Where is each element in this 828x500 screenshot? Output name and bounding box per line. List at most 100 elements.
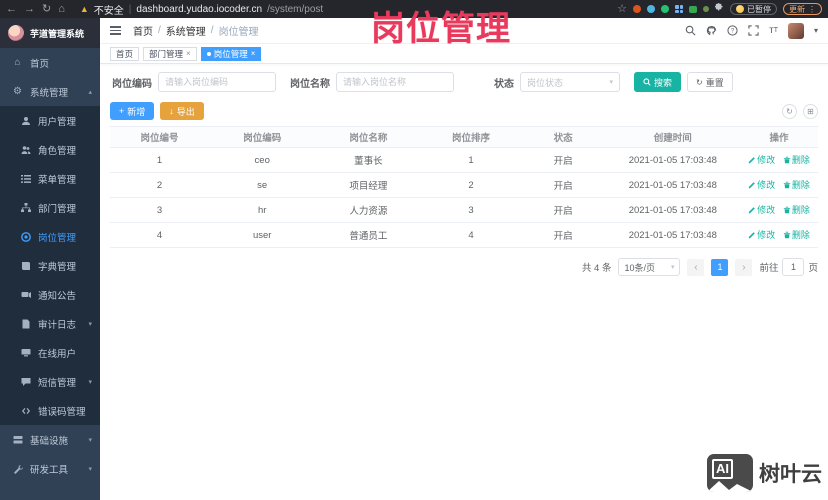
tab-posts-active[interactable]: 岗位管理 × [200, 46, 262, 61]
sidebar-item-infrastructure[interactable]: 基础设施 ▾ [0, 425, 100, 454]
sidebar-item-posts[interactable]: 岗位管理 [0, 222, 100, 251]
edit-link[interactable]: 修改 [748, 203, 775, 216]
post-code-input[interactable] [158, 72, 276, 92]
delete-link[interactable]: 删除 [783, 228, 810, 241]
column-settings-icon[interactable]: ⊞ [803, 103, 818, 119]
column-header: 岗位名称 [349, 133, 388, 144]
column-header: 操作 [769, 133, 789, 144]
status-select[interactable]: 岗位状态 ▾ [520, 72, 620, 92]
active-dot-icon [206, 51, 211, 56]
page-content: 岗位编码 岗位名称 状态 岗位状态 ▾ 搜索 ↻ 重置 [100, 64, 828, 500]
tools-icon [12, 464, 23, 474]
cell-post-sort: 2 [468, 179, 474, 191]
browser-forward-icon[interactable]: → [24, 3, 35, 15]
hamburger-menu-icon[interactable] [110, 26, 121, 35]
sidebar-item-label: 用户管理 [38, 116, 77, 128]
help-icon[interactable]: ? [727, 25, 738, 36]
table-row: 1 ceo 董事长 1 开启 2021-01-05 17:03:48 修改 删除 [110, 148, 818, 173]
edit-link[interactable]: 修改 [748, 228, 775, 241]
extension-icon[interactable] [703, 6, 709, 12]
page-number-button[interactable]: 1 [711, 258, 729, 276]
extension-icon[interactable] [675, 5, 683, 13]
post-name-input[interactable] [336, 72, 454, 92]
reset-button[interactable]: ↻ 重置 [687, 72, 733, 92]
sidebar-logo[interactable]: 芋道管理系统 [0, 18, 100, 48]
extension-paused-badge[interactable]: 已暂停 [730, 3, 777, 15]
add-button[interactable]: + 新增 [110, 102, 155, 120]
trash-icon [783, 181, 791, 188]
sidebar-item-menus[interactable]: 菜单管理 [0, 164, 100, 193]
post-code-label: 岗位编码 [112, 78, 152, 90]
next-page-button[interactable]: › [735, 258, 753, 276]
cell-post-name: 普通员工 [349, 231, 388, 242]
user-icon [20, 116, 31, 126]
sidebar-item-online-users[interactable]: 在线用户 [0, 338, 100, 367]
emoji-icon [736, 5, 744, 13]
table-row: 2 se 项目经理 2 开启 2021-01-05 17:03:48 修改 删除 [110, 173, 818, 198]
prev-page-button[interactable]: ‹ [687, 258, 705, 276]
sidebar-item-error-codes[interactable]: 错误码管理 [0, 396, 100, 425]
menu-list-icon [20, 174, 31, 184]
column-header: 岗位排序 [452, 133, 491, 144]
browser-refresh-icon[interactable]: ↻ [42, 3, 51, 15]
table-toolbar: + 新增 ↓ 导出 ↻ ⊞ [110, 102, 818, 120]
fullscreen-icon[interactable] [748, 25, 759, 36]
sidebar-item-users[interactable]: 用户管理 [0, 106, 100, 135]
sidebar-item-home[interactable]: ⌂ 首页 [0, 48, 100, 77]
sidebar-item-departments[interactable]: 部门管理 [0, 193, 100, 222]
search-button-label: 搜索 [654, 77, 673, 88]
user-avatar[interactable] [787, 22, 804, 39]
address-separator: | [128, 3, 132, 15]
goto-page-input[interactable] [782, 258, 805, 276]
chevron-up-icon: ▴ [88, 88, 92, 96]
export-button[interactable]: ↓ 导出 [160, 102, 204, 120]
sidebar-item-system[interactable]: ⚙ 系统管理 ▴ [0, 77, 100, 106]
status-label: 状态 [494, 78, 514, 90]
page-size-select[interactable]: 10条/页 ▾ [618, 258, 681, 276]
sidebar-item-roles[interactable]: 角色管理 [0, 135, 100, 164]
browser-back-icon[interactable]: ← [6, 3, 17, 15]
edit-link[interactable]: 修改 [748, 178, 775, 191]
update-label: 更新 [789, 4, 805, 14]
close-icon[interactable]: × [186, 49, 191, 58]
sidebar-item-dict[interactable]: 字典管理 [0, 251, 100, 280]
sidebar-item-label: 首页 [30, 58, 50, 70]
edit-link[interactable]: 修改 [748, 153, 775, 166]
sidebar-item-label: 审计日志 [38, 319, 77, 331]
export-button-label: 导出 [176, 106, 195, 117]
font-size-icon[interactable]: тT [769, 25, 778, 36]
sidebar-item-audit-log[interactable]: 审计日志 ▾ [0, 309, 100, 338]
tab-departments[interactable]: 部门管理 × [143, 46, 197, 61]
address-bar[interactable]: ▲ 不安全 | dashboard.yudao.iocoder.cn/syste… [80, 2, 323, 17]
delete-link[interactable]: 删除 [783, 203, 810, 216]
github-icon[interactable] [706, 25, 717, 36]
post-icon [20, 231, 31, 242]
close-icon[interactable]: × [251, 49, 256, 58]
delete-link[interactable]: 删除 [783, 178, 810, 191]
bookmark-star-icon[interactable]: ☆ [617, 3, 627, 15]
search-button[interactable]: 搜索 [634, 72, 682, 92]
extension-icon[interactable] [647, 5, 655, 13]
reset-icon: ↻ [696, 77, 703, 87]
tab-home[interactable]: 首页 [110, 46, 140, 61]
sidebar-item-notice[interactable]: 通知公告 [0, 280, 100, 309]
refresh-icon[interactable]: ↻ [782, 103, 797, 119]
search-icon[interactable] [685, 25, 696, 36]
extension-icon[interactable] [661, 5, 669, 13]
sidebar-item-label: 错误码管理 [38, 406, 86, 418]
extension-icon[interactable] [633, 5, 641, 13]
chevron-down-icon[interactable]: ▾ [814, 26, 818, 35]
sidebar-item-sms[interactable]: 短信管理 ▾ [0, 367, 100, 396]
main-panel: 首页 / 系统管理 / 岗位管理 ? тT ▾ 首页 部门管理 × 岗位管理 ×… [100, 18, 828, 500]
breadcrumb-separator: / [210, 25, 214, 36]
sidebar-item-dev-tools[interactable]: 研发工具 ▾ [0, 454, 100, 483]
breadcrumb-home[interactable]: 首页 [133, 23, 153, 38]
extensions-puzzle-icon[interactable] [715, 3, 724, 15]
browser-home-icon[interactable]: ⌂ [58, 3, 65, 15]
chevron-down-icon: ▾ [88, 436, 92, 444]
browser-update-button[interactable]: 更新 ⋮ [783, 3, 822, 15]
breadcrumb: 首页 / 系统管理 / 岗位管理 [133, 23, 259, 38]
delete-link[interactable]: 删除 [783, 153, 810, 166]
breadcrumb-system[interactable]: 系统管理 [166, 23, 206, 38]
extension-icon[interactable] [689, 5, 697, 13]
